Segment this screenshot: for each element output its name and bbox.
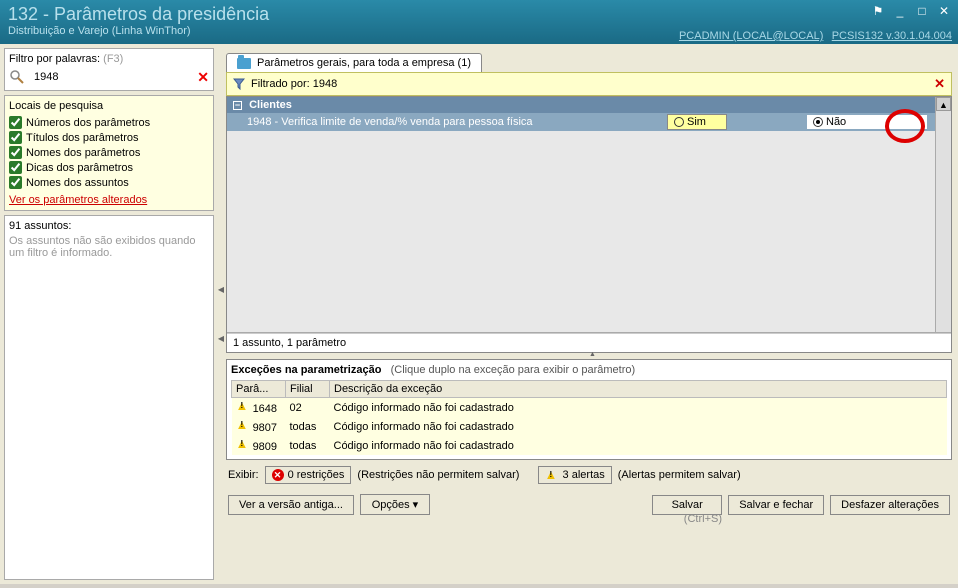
alerts-button[interactable]: 3 alertas <box>538 466 612 484</box>
save-close-button[interactable]: Salvar e fechar <box>728 495 824 515</box>
minimize-button[interactable]: _ <box>890 4 910 20</box>
exceptions-hint: (Clique duplo na exceção para exibir o p… <box>391 364 636 376</box>
undo-button[interactable]: Desfazer alterações <box>830 495 950 515</box>
button-row: Ver a versão antiga... Opções ▾ Salvar S… <box>226 490 952 515</box>
warning-icon <box>545 469 559 481</box>
options-button[interactable]: Opções ▾ <box>360 494 430 515</box>
subjects-title: 91 assuntos: <box>9 220 209 232</box>
radio-sim[interactable]: Sim <box>667 114 727 130</box>
param-row-1948[interactable]: 1948 - Verifica limite de venda/% venda … <box>227 113 951 131</box>
check-dicas[interactable] <box>9 161 22 174</box>
filter-label: Filtro por palavras: (F3) <box>9 53 209 65</box>
param-desc: 1948 - Verifica limite de venda/% venda … <box>247 116 627 128</box>
radio-icon <box>674 117 684 127</box>
check-titulos[interactable] <box>9 131 22 144</box>
search-locations-title: Locais de pesquisa <box>9 100 209 112</box>
grid-footer: 1 assunto, 1 parâmetro <box>227 333 951 352</box>
error-icon: ✕ <box>272 469 284 481</box>
check-label: Números dos parâmetros <box>26 117 150 129</box>
warning-icon <box>236 400 250 412</box>
radio-icon <box>813 117 823 127</box>
user-info: PCADMIN (LOCAL@LOCAL) PCSIS132 v.30.1.04… <box>679 30 952 42</box>
exception-row[interactable]: 1648 02 Código informado não foi cadastr… <box>232 398 947 418</box>
filtered-by-bar: Filtrado por: 1948 ✕ <box>226 72 952 96</box>
check-label: Dicas dos parâmetros <box>26 162 133 174</box>
params-grid: − Clientes 1948 - Verifica limite de ven… <box>226 96 952 353</box>
show-row: Exibir: ✕ 0 restrições (Restrições não p… <box>226 460 952 490</box>
close-button[interactable]: ✕ <box>934 4 954 20</box>
restrictions-button[interactable]: ✕ 0 restrições <box>265 466 352 484</box>
check-label: Nomes dos parâmetros <box>26 147 140 159</box>
exceptions-table: Parâ... Filial Descrição da exceção 1648… <box>231 380 947 455</box>
clear-filter-icon[interactable]: ✕ <box>197 69 209 86</box>
old-version-button[interactable]: Ver a versão antiga... <box>228 495 354 515</box>
right-pane: Parâmetros gerais, para toda a empresa (… <box>224 44 958 584</box>
maximize-button[interactable]: □ <box>912 4 932 20</box>
window-title: 132 - Parâmetros da presidência <box>8 4 950 25</box>
alerts-hint: (Alertas permitem salvar) <box>618 469 741 481</box>
altered-params-link[interactable]: Ver os parâmetros alterados <box>9 194 209 206</box>
col-param[interactable]: Parâ... <box>232 381 286 398</box>
col-filial[interactable]: Filial <box>286 381 330 398</box>
filtered-by-label: Filtrado por: 1948 <box>251 78 337 90</box>
window-controls: ⚑ _ □ ✕ <box>868 4 954 20</box>
user-link[interactable]: PCADMIN (LOCAL@LOCAL) <box>679 30 823 42</box>
radio-nao[interactable]: Não <box>807 115 927 129</box>
scroll-up-icon[interactable]: ▲ <box>936 97 951 111</box>
subjects-empty-msg: Os assuntos não são exibidos quando um f… <box>9 235 209 259</box>
restrictions-hint: (Restrições não permitem salvar) <box>357 469 519 481</box>
check-numeros[interactable] <box>9 116 22 129</box>
col-desc[interactable]: Descrição da exceção <box>330 381 947 398</box>
show-label: Exibir: <box>228 469 259 481</box>
exception-row[interactable]: 9809 todas Código informado não foi cada… <box>232 436 947 455</box>
check-nomes-param[interactable] <box>9 146 22 159</box>
clear-filter-bar-icon[interactable]: ✕ <box>934 76 945 92</box>
titlebar: 132 - Parâmetros da presidência Distribu… <box>0 0 958 44</box>
group-header-clientes[interactable]: − Clientes <box>227 97 951 113</box>
exceptions-title: Exceções na parametrização <box>231 364 381 376</box>
check-nomes-assuntos[interactable] <box>9 176 22 189</box>
warning-icon <box>236 419 250 431</box>
subjects-panel: 91 assuntos: Os assuntos não são exibido… <box>4 215 214 580</box>
horizontal-splitter[interactable] <box>226 353 952 359</box>
funnel-icon <box>233 78 245 90</box>
save-shortcut-hint: (Ctrl+S) <box>226 513 952 525</box>
tab-bar: Parâmetros gerais, para toda a empresa (… <box>226 48 952 72</box>
version-link[interactable]: PCSIS132 v.30.1.04.004 <box>832 30 952 42</box>
exceptions-panel: Exceções na parametrização (Clique duplo… <box>226 359 952 460</box>
search-icon <box>9 69 25 85</box>
folder-icon <box>237 58 251 69</box>
tab-general-params[interactable]: Parâmetros gerais, para toda a empresa (… <box>226 53 482 72</box>
exception-row[interactable]: 9807 todas Código informado não foi cada… <box>232 417 947 436</box>
filter-input[interactable] <box>29 68 193 86</box>
filter-panel: Filtro por palavras: (F3) ✕ <box>4 48 214 91</box>
tab-label: Parâmetros gerais, para toda a empresa (… <box>257 57 471 69</box>
left-pane: Filtro por palavras: (F3) ✕ Locais de pe… <box>0 44 218 584</box>
search-locations-panel: Locais de pesquisa Números dos parâmetro… <box>4 95 214 211</box>
check-label: Nomes dos assuntos <box>26 177 129 189</box>
save-button[interactable]: Salvar <box>652 495 722 515</box>
vertical-scrollbar[interactable]: ▲ <box>935 97 951 332</box>
warning-icon <box>236 438 250 450</box>
collapse-icon[interactable]: − <box>233 101 242 110</box>
flag-icon[interactable]: ⚑ <box>868 4 888 20</box>
check-label: Títulos dos parâmetros <box>26 132 139 144</box>
